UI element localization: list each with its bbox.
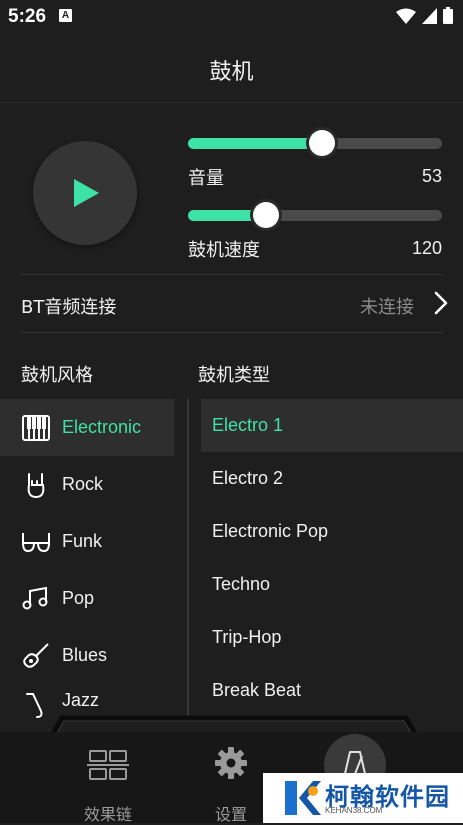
type-item-electro-2[interactable]: Electro 2: [201, 452, 463, 505]
music-notes-icon: [21, 584, 51, 614]
tempo-slider[interactable]: [188, 202, 442, 228]
style-item-electronic[interactable]: Electronic: [0, 399, 174, 456]
drum-type-list: Electro 1 Electro 2 Electronic Pop Techn…: [201, 399, 463, 717]
type-item-break-beat[interactable]: Break Beat: [201, 664, 463, 717]
volume-slider[interactable]: [188, 130, 442, 156]
style-label: Blues: [62, 645, 108, 665]
style-item-pop[interactable]: Pop: [0, 570, 174, 627]
header-divider: [0, 102, 463, 103]
page-title: 鼓机: [209, 60, 254, 85]
tempo-label: 鼓机速度: [188, 240, 260, 261]
nav-label: 效果链: [83, 805, 132, 824]
guitar-icon: [21, 641, 51, 671]
style-label: Electronic: [62, 417, 142, 437]
style-label: Funk: [62, 531, 103, 551]
funk-glasses-icon: [21, 527, 51, 557]
gear-icon: [215, 747, 247, 779]
watermark-logo-icon: [285, 781, 321, 815]
drum-type-heading: 鼓机类型: [198, 365, 270, 386]
signal-icon: [422, 7, 437, 24]
notification-badge-icon: A: [59, 9, 72, 22]
wifi-icon: [396, 8, 416, 24]
keyboard-icon: [21, 413, 51, 443]
bt-audio-connection-row[interactable]: BT音频连接 未连接: [0, 275, 463, 332]
style-item-funk[interactable]: Funk: [0, 513, 174, 570]
status-bar: 5:26 A: [0, 0, 463, 32]
style-label: Rock: [62, 474, 104, 494]
drum-style-list: Electronic Rock Funk Pop Blues Jazz: [0, 399, 174, 720]
volume-label: 音量: [188, 168, 224, 189]
bt-status: 未连接: [360, 297, 414, 318]
rock-hand-icon: [21, 470, 51, 500]
type-item-electro-1[interactable]: Electro 1: [201, 399, 463, 452]
volume-slider-handle[interactable]: [309, 130, 335, 156]
divider: [20, 332, 443, 333]
type-item-trip-hop[interactable]: Trip-Hop: [201, 611, 463, 664]
tempo-slider-handle[interactable]: [253, 202, 279, 228]
column-separator: [187, 399, 189, 717]
watermark: 柯翰软件园 KEHAN38.COM: [263, 773, 463, 823]
tempo-value: 120: [411, 238, 442, 258]
bt-label: BT音频连接: [21, 297, 117, 318]
nav-effects-chain[interactable]: 效果链: [53, 732, 163, 824]
play-button[interactable]: [33, 141, 137, 245]
battery-icon: [443, 7, 453, 24]
type-item-techno[interactable]: Techno: [201, 558, 463, 611]
style-item-rock[interactable]: Rock: [0, 456, 174, 513]
style-label: Pop: [62, 588, 95, 608]
play-icon: [74, 179, 99, 207]
volume-slider-fill: [188, 138, 322, 149]
style-label: Jazz: [62, 690, 100, 710]
type-item-electronic-pop[interactable]: Electronic Pop: [201, 505, 463, 558]
chevron-right-icon: [434, 291, 448, 315]
status-time: 5:26: [8, 6, 47, 27]
watermark-subtitle: KEHAN38.COM: [325, 806, 383, 815]
effects-chain-icon: [87, 750, 129, 780]
volume-value: 53: [421, 166, 442, 186]
drum-style-heading: 鼓机风格: [21, 365, 93, 386]
style-item-blues[interactable]: Blues: [0, 627, 174, 684]
